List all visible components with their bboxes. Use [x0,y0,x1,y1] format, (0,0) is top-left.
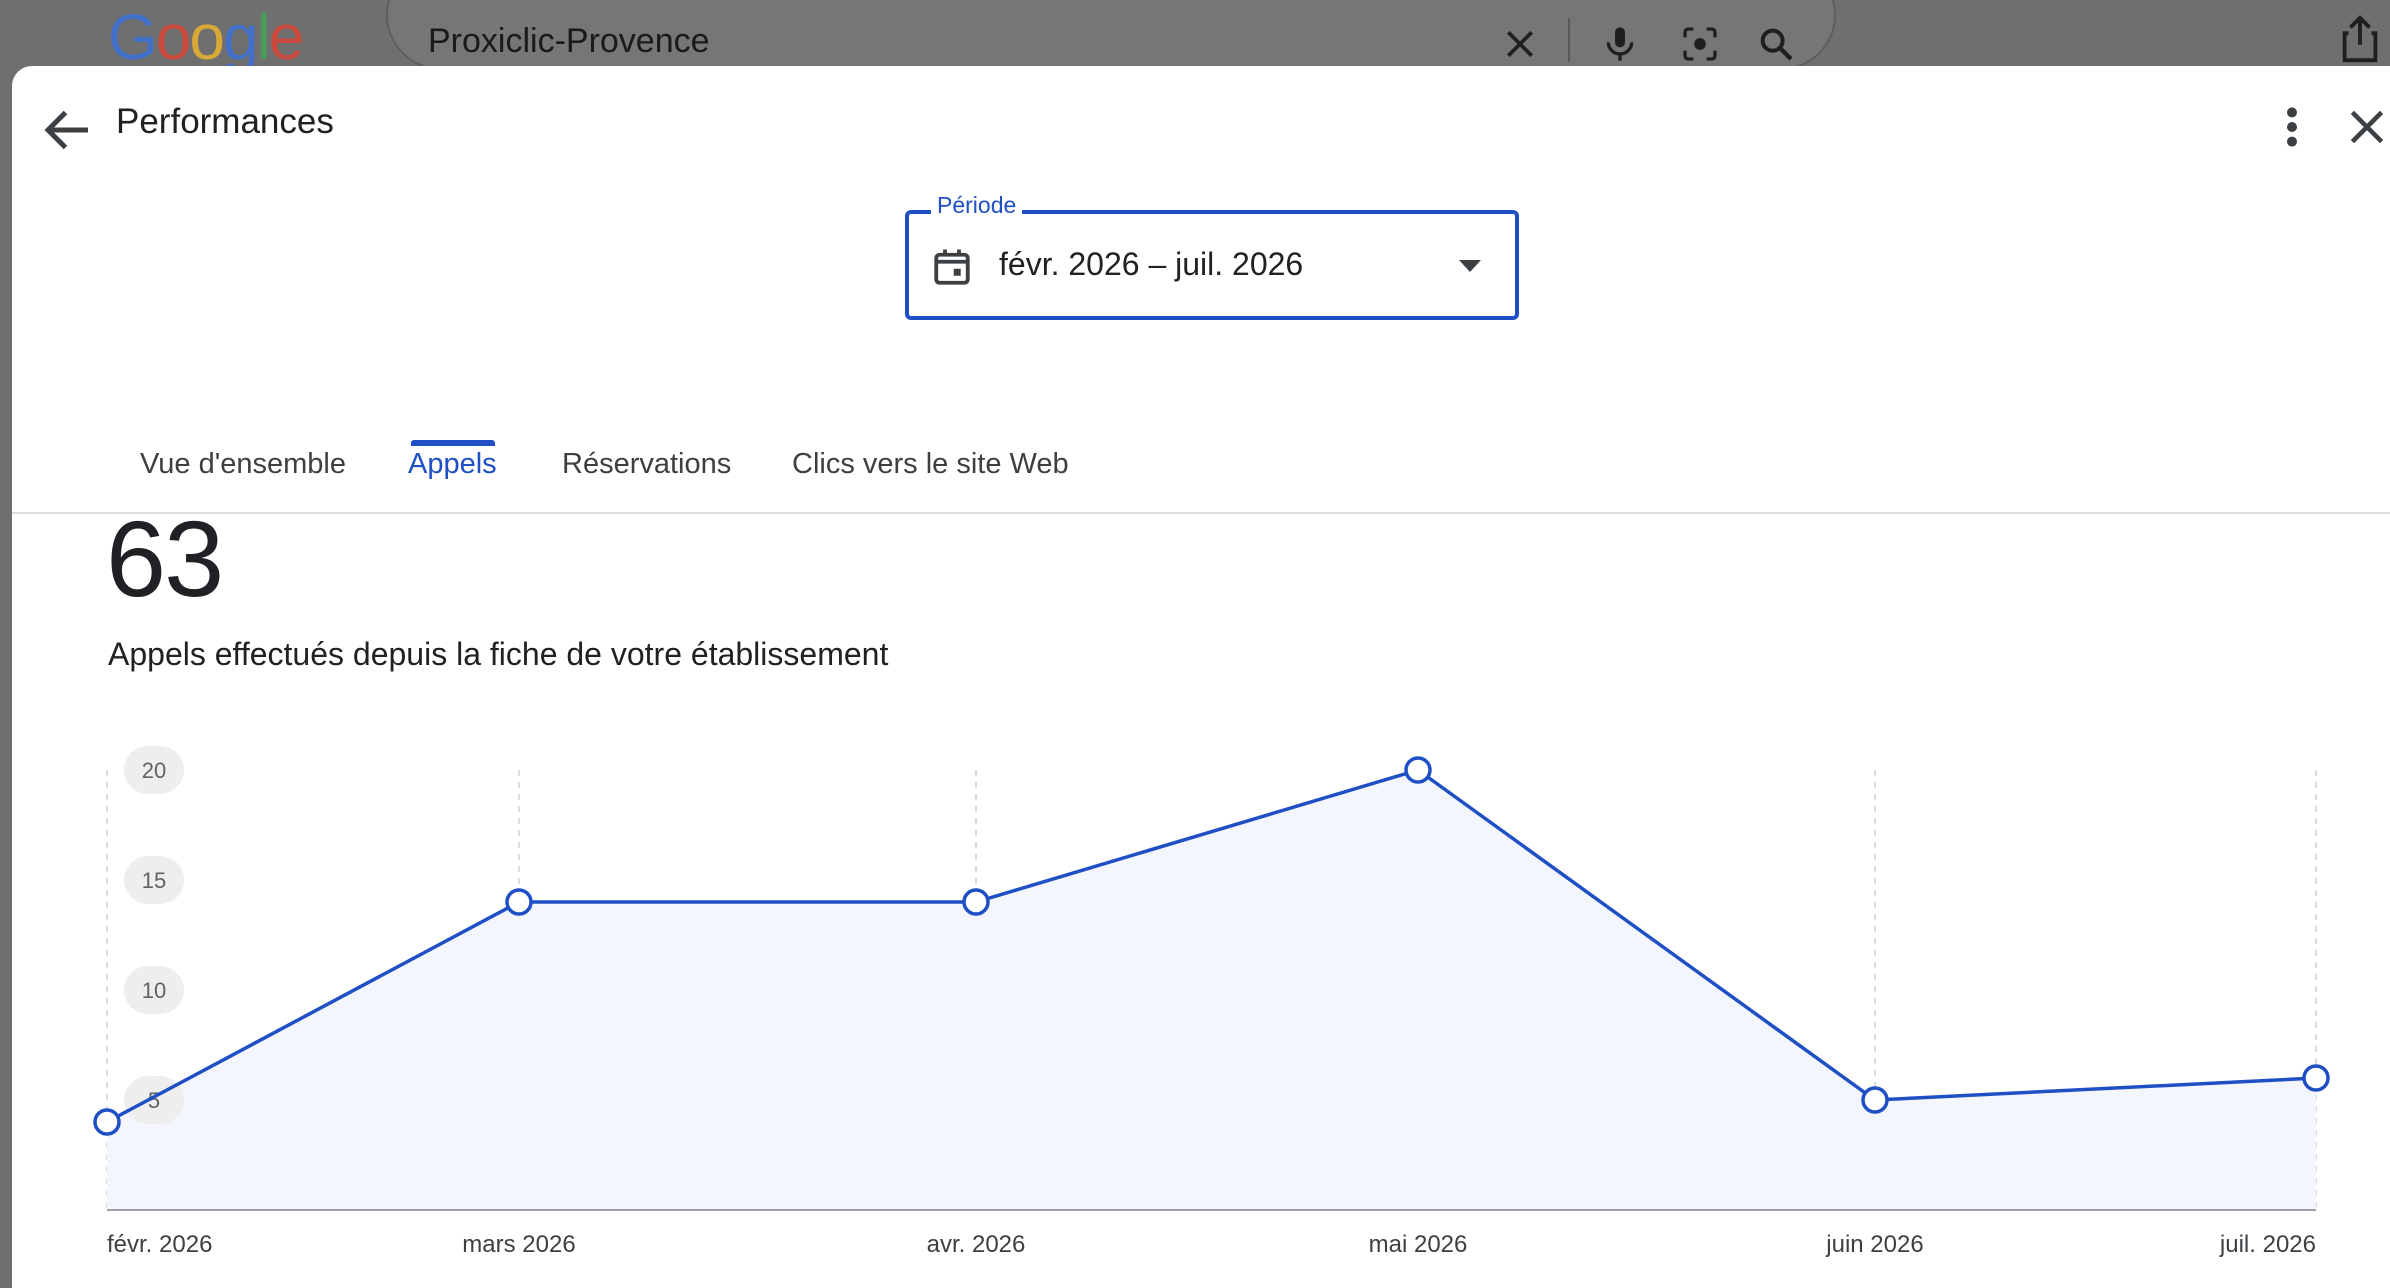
x-tick-label: juil. 2026 [2219,1231,2316,1258]
y-tick-label: 15 [142,868,166,893]
search-separator [1568,18,1570,62]
browser-background: Google Proxiclic-Provence [0,0,2390,72]
performance-dialog: Performances Période févr. 2026 – juil. … [12,66,2390,1288]
data-point [1861,1086,1889,1114]
calls-line-chart: 5101520 févr. 2026 mars 2026 avr. 2026 mai … [93,746,2330,1258]
x-tick-label: mai 2026 [1369,1231,1468,1258]
data-point [2302,1064,2330,1092]
search-icon[interactable] [1754,24,1798,64]
x-tick-label: juin 2026 [1825,1231,1923,1258]
share-icon[interactable] [2340,14,2380,64]
x-tick-label: févr. 2026 [107,1231,212,1258]
search-box[interactable]: Proxiclic-Provence [386,0,1836,70]
data-point [505,888,533,916]
clear-icon[interactable] [1498,24,1542,64]
mic-icon[interactable] [1598,24,1642,64]
x-tick-label: mars 2026 [462,1231,575,1258]
chart-area [107,770,2316,1210]
lens-icon[interactable] [1678,24,1722,64]
page-backdrop [0,70,12,1288]
google-logo[interactable]: Google [108,2,304,72]
x-tick-label: avr. 2026 [927,1231,1026,1258]
data-point [962,888,990,916]
y-tick-label: 20 [142,758,166,783]
data-point [1404,756,1432,784]
x-axis-ticks: févr. 2026 mars 2026 avr. 2026 mai 2026 juin… [107,1231,2316,1258]
search-query[interactable]: Proxiclic-Provence [428,22,710,61]
y-axis-ticks: 5101520 [124,746,184,1124]
data-point [93,1108,121,1136]
y-tick-label: 10 [142,978,166,1003]
